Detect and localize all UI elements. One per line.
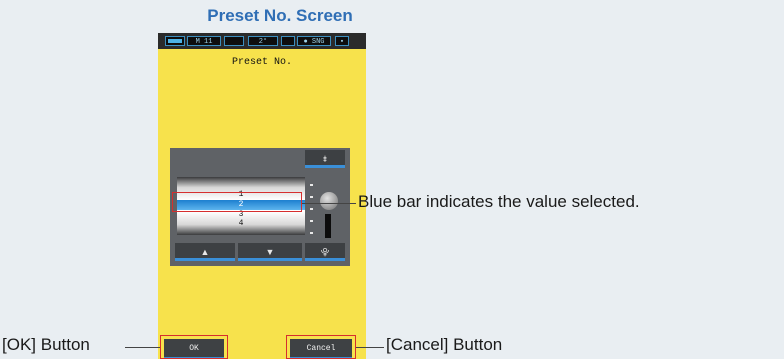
- scroll-top-button[interactable]: ⯒: [305, 150, 345, 168]
- selection-leader-line: [302, 203, 356, 204]
- selection-annotation: Blue bar indicates the value selected.: [358, 192, 640, 211]
- down-arrow-icon: ▼: [265, 247, 275, 257]
- up-arrow-icon: ▲: [200, 247, 210, 257]
- figure-title: Preset No. Screen: [207, 6, 353, 25]
- sync-indicator: ● SNG: [297, 36, 331, 46]
- mode-indicator: M 11: [187, 36, 221, 46]
- scale-tick: [310, 184, 313, 186]
- selection-highlight-box: [172, 192, 302, 212]
- scroll-bottom-button[interactable]: ⯓: [305, 243, 345, 261]
- list-item[interactable]: 4: [177, 219, 305, 228]
- lock-icon: ▪: [335, 36, 349, 46]
- scroll-knob[interactable]: [320, 192, 338, 210]
- scale-tick: [310, 196, 313, 198]
- scale-tick: [310, 208, 313, 210]
- scroll-position-bar: [325, 214, 331, 238]
- cancel-annotation: [Cancel] Button: [386, 335, 503, 354]
- screen-title: Preset No.: [231, 57, 292, 68]
- dot-icon: ●: [303, 38, 308, 46]
- scroll-top-icon: ⯒: [323, 154, 327, 164]
- battery-icon: [165, 36, 185, 46]
- up-button[interactable]: ▲: [175, 243, 235, 261]
- scroll-bottom-icon: ⯓: [320, 247, 330, 257]
- angle-indicator: 2°: [248, 36, 278, 46]
- status-slot: [224, 36, 244, 46]
- scale-tick: [310, 220, 313, 222]
- cancel-leader-line: [356, 347, 384, 348]
- status-slot: [281, 36, 295, 46]
- cancel-highlight-box: [286, 335, 356, 359]
- down-button[interactable]: ▼: [238, 243, 302, 261]
- ok-leader-line: [125, 347, 160, 348]
- ok-annotation: [OK] Button: [2, 335, 90, 354]
- scale-tick: [310, 232, 313, 234]
- status-bar: M 11 2° ● SNG ▪: [158, 33, 366, 49]
- ok-highlight-box: [160, 335, 228, 359]
